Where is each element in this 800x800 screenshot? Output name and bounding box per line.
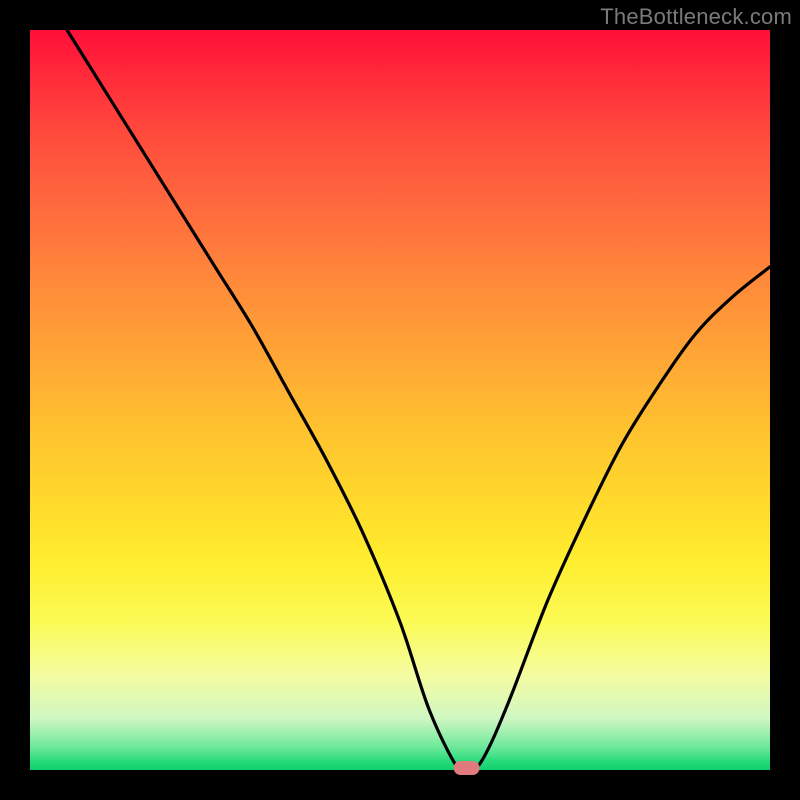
plot-area xyxy=(30,30,770,770)
bottleneck-curve xyxy=(67,30,770,775)
optimum-marker xyxy=(454,761,480,775)
curve-svg xyxy=(30,30,770,770)
chart-frame: TheBottleneck.com xyxy=(0,0,800,800)
watermark-text: TheBottleneck.com xyxy=(600,4,792,30)
